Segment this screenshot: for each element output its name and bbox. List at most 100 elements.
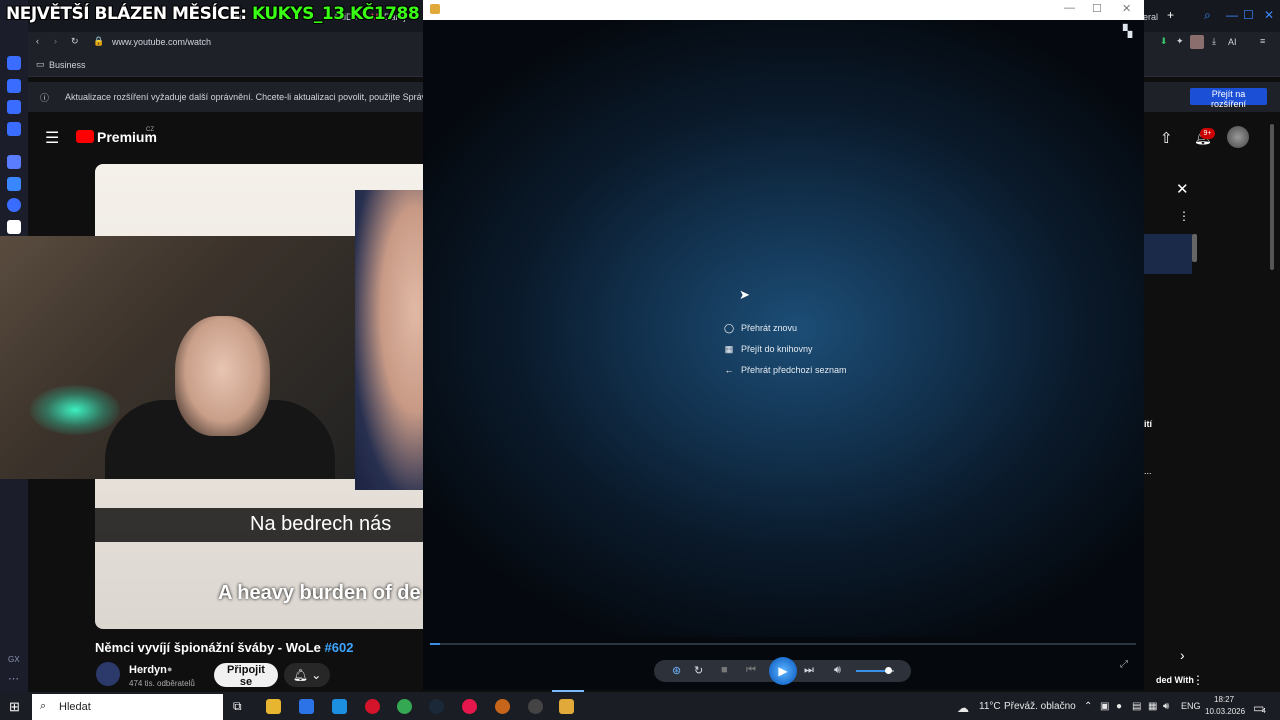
close-panel-icon[interactable]: ✕ (1176, 180, 1189, 198)
join-button[interactable]: Připojit se (214, 663, 278, 688)
menu-go-to-library[interactable]: ▦ Přejít do knihovny (723, 344, 813, 355)
media-player-taskbar-icon[interactable] (559, 699, 574, 714)
volume-icon[interactable]: 🔊︎ (834, 664, 841, 677)
notification-bell-button[interactable]: 🔔︎ ⌄ (284, 663, 330, 687)
shuffle-icon[interactable]: ⊛ (672, 664, 681, 677)
speed-dial-icon[interactable] (7, 56, 21, 70)
player-icon[interactable] (7, 100, 21, 114)
volume-slider-knob[interactable] (885, 667, 892, 674)
media-player-app-icon (430, 4, 440, 14)
search-tabs-icon[interactable]: ⌕ (1204, 8, 1211, 23)
store-icon[interactable] (299, 699, 314, 714)
back-icon[interactable]: ‹ (36, 36, 39, 46)
tab-right-fragment[interactable]: eral (1143, 12, 1158, 22)
more-icon[interactable]: ⋯ (8, 672, 19, 685)
ai-button[interactable]: AI (1228, 37, 1237, 47)
seek-bar[interactable] (430, 643, 1136, 645)
media-app-icon[interactable] (462, 699, 477, 714)
next-icon[interactable]: ⏭ (804, 664, 814, 677)
clock-time[interactable]: 18:27 (1214, 695, 1234, 704)
clock-date[interactable]: 10.03.2026 (1205, 707, 1245, 716)
info-icon: ⓘ (40, 93, 50, 103)
language-indicator[interactable]: ENG (1181, 701, 1201, 711)
weather-temp[interactable]: 11°C (979, 701, 1001, 712)
repeat-icon[interactable]: ↻ (694, 664, 703, 677)
obs-icon[interactable] (528, 699, 543, 714)
messenger-chat-icon[interactable] (7, 177, 21, 191)
app-icon-orange[interactable] (495, 699, 510, 714)
player-minimize-icon[interactable]: — (1064, 2, 1075, 14)
gx-label: GX (8, 655, 20, 664)
menu-go-to-library-label: Přejít do knihovny (741, 344, 813, 354)
x-icon[interactable] (7, 220, 21, 234)
page-scrollbar[interactable] (1270, 124, 1274, 270)
go-to-extensions-button[interactable]: Přejít na rozšíření (1190, 88, 1267, 109)
weather-text[interactable]: Převáž. oblačno (1004, 701, 1076, 712)
puzzle-icon[interactable]: ✦ (1176, 36, 1184, 47)
panel-kebab-icon[interactable]: ⋮ (1192, 673, 1204, 687)
media-player-titlebar[interactable]: — ☐ ✕ (423, 0, 1144, 20)
tray-overflow-icon[interactable]: ⌃ (1084, 701, 1092, 712)
user-avatar[interactable] (1227, 126, 1249, 148)
overlay-username: KUKYS_13 (251, 4, 345, 24)
panel-fragment-3: ded With (1156, 675, 1194, 685)
forward-icon[interactable]: › (54, 36, 57, 46)
player-close-icon[interactable]: ✕ (1122, 2, 1131, 15)
tray-app-icon-1[interactable]: ▣ (1100, 701, 1109, 712)
stop-icon[interactable]: ■ (721, 664, 728, 676)
reload-icon[interactable]: ↻ (71, 36, 79, 47)
outlook-icon[interactable] (332, 699, 347, 714)
instagram-icon[interactable] (7, 198, 21, 212)
twitch-icon[interactable] (7, 155, 21, 169)
play-button[interactable]: ▶ (769, 657, 797, 685)
new-tab-icon[interactable]: + (1167, 8, 1174, 22)
play-icon: ▶ (778, 664, 788, 678)
maximize-icon[interactable]: ☐ (1243, 8, 1254, 22)
video-hashtag[interactable]: #602 (325, 640, 354, 655)
hamburger-icon[interactable]: ☰ (45, 128, 59, 148)
address-bar[interactable]: www.youtube.com/watch (112, 37, 211, 47)
webcam-light (30, 385, 120, 435)
panel-fragment-2: ... (1144, 466, 1152, 476)
minimize-icon[interactable]: — (1226, 8, 1238, 22)
menu-play-previous-list[interactable]: ← Přehrát předchozí seznam (723, 365, 847, 375)
extension-icon[interactable]: ⬇ (1160, 36, 1168, 47)
bell-icon: 🔔︎ ⌄ (292, 668, 322, 682)
download-icon[interactable]: ⤓ (1212, 36, 1216, 47)
youtube-logo-icon[interactable] (76, 130, 94, 143)
microphone-icon[interactable]: ● (1116, 701, 1122, 712)
start-icon[interactable]: ⊞ (9, 699, 20, 715)
network-icon[interactable]: ▤ (1132, 701, 1141, 712)
file-explorer-icon[interactable] (266, 699, 281, 714)
profile-icon[interactable] (1190, 35, 1204, 49)
notification-badge: 9+ (1200, 128, 1215, 139)
taskbar-search[interactable]: ⌕ Hledat (32, 694, 223, 720)
bag-icon[interactable] (7, 79, 21, 93)
channel-name[interactable]: Herdyn (129, 664, 167, 676)
fullscreen-icon[interactable]: ⤢ (1120, 659, 1128, 670)
chrome-icon[interactable] (397, 699, 412, 714)
speaker-icon[interactable]: 🔊︎ (1163, 701, 1169, 712)
next-arrow-icon[interactable]: › (1180, 647, 1185, 663)
volume-slider-fill (856, 670, 888, 672)
upload-icon[interactable]: ⇧ (1160, 129, 1173, 147)
menu-icon[interactable]: ≡ (1260, 36, 1265, 46)
opera-icon[interactable] (365, 699, 380, 714)
close-window-icon[interactable]: ✕ (1264, 8, 1274, 22)
previous-icon[interactable]: ⏮ (746, 664, 756, 677)
steam-icon[interactable] (429, 699, 444, 714)
panel-scrollbar[interactable] (1192, 234, 1197, 262)
menu-play-again[interactable]: ◯ Přehrát znovu (723, 323, 797, 334)
messenger-icon[interactable] (7, 122, 21, 136)
player-maximize-icon[interactable]: ☐ (1092, 2, 1102, 15)
weather-icon[interactable]: ☁ (957, 701, 969, 715)
overlay-amount: KČ1788 (349, 4, 420, 24)
miniplayer-icon[interactable]: ▚ (1123, 24, 1132, 38)
bookmark-business[interactable]: Business (49, 60, 86, 70)
panel-selected-item[interactable] (1144, 234, 1192, 274)
tray-app-icon-2[interactable]: ▦ (1148, 701, 1157, 712)
region-label: CZ (146, 127, 154, 133)
panel-more-icon[interactable]: ⋮ (1178, 209, 1190, 223)
channel-avatar[interactable] (96, 662, 120, 686)
task-view-icon[interactable]: ⧉ (233, 699, 248, 714)
